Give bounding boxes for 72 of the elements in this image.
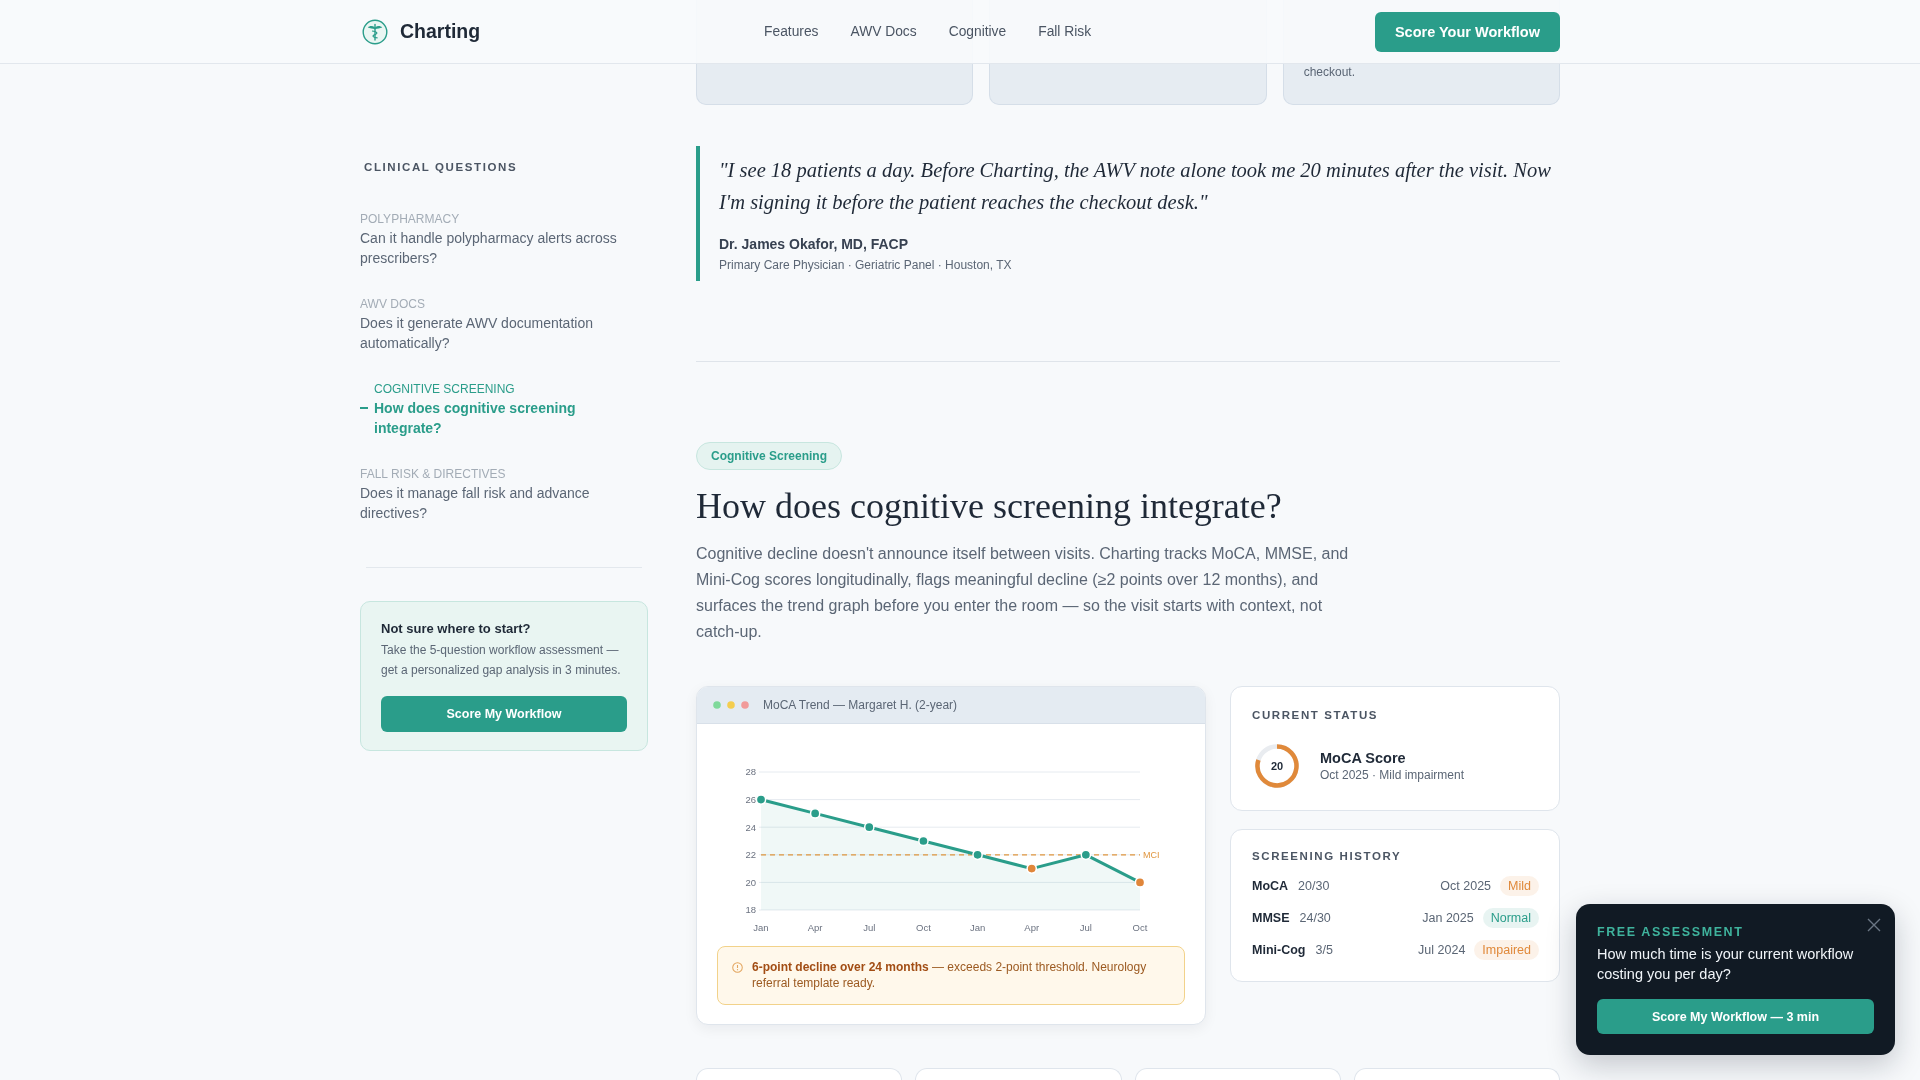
alert-text: 6-point decline over 24 months — exceeds 2-point threshold. Neurology referral template ready. [752, 959, 1148, 991]
axis-tick-label: 24 [745, 821, 756, 833]
panel-title: MoCA Trend — Margaret H. (2-year) [763, 698, 958, 712]
nav-link[interactable]: AWV Docs [850, 24, 917, 39]
sidebar-link[interactable]: COGNITIVE SCREENING How does cognitive screening integrate? [360, 381, 648, 438]
test-score: 20/30 [1298, 879, 1330, 893]
close-icon [1867, 918, 1881, 932]
data-point [972, 849, 983, 861]
card-text: checkout. [1303, 64, 1357, 80]
card-title: Not sure where to start? [381, 620, 532, 638]
info-icon [732, 962, 743, 973]
score-name: MoCA Score [1320, 749, 1407, 767]
axis-tick-label: Jan [753, 922, 769, 933]
popup-question: How much time is your current workflow costing you per day? [1597, 945, 1855, 984]
score-workflow-button[interactable]: Score Your Workflow [1374, 11, 1560, 52]
data-point [809, 808, 821, 819]
axis-tick-label: 28 [745, 766, 756, 778]
author-role: Primary Care Physician · Geriatric Panel · Houston, TX [719, 257, 1013, 273]
author-name: Dr. James Okafor, MD, FACP [719, 235, 910, 254]
card-text: Take the 5-question workflow assessment — get a personalized gap analysis in 3 minutes. [381, 642, 622, 679]
data-point [1134, 877, 1146, 888]
sidebar-heading: CLINICAL QUESTIONS [363, 160, 519, 175]
data-point [918, 835, 929, 847]
data-point [1080, 849, 1092, 861]
card-label: CURRENT STATUS [1252, 708, 1380, 723]
test-score: 3/5 [1315, 943, 1333, 957]
score-value: 20 [1270, 760, 1284, 772]
axis-tick-label: 22 [745, 849, 756, 861]
score-workflow-button[interactable]: Score My Workflow — 3 min [1597, 999, 1874, 1034]
nav-link[interactable]: Features [764, 24, 819, 39]
score-ring [1254, 743, 1300, 789]
axis-tick-label: Jul [1079, 922, 1092, 933]
status-label: Impaired [1474, 940, 1539, 960]
axis-tick-label: 26 [745, 793, 756, 805]
score-detail: Oct 2025 · Mild impairment [1320, 767, 1465, 783]
sidebar-link[interactable]: AWV DOCS Does it generate AWV documentation automatically? [360, 296, 648, 353]
section-description: Cognitive decline doesn't announce itself between visits. Charting tracks MoCA, MMSE, and Mini-Cog scores longitudinally, flags meaningful decline (≥2 points over 12 months), and surfaces the trend graph before you enter the room — so the visit starts with context, not catch-up. [696, 544, 1350, 642]
score-workflow-button[interactable]: Score My Workflow [381, 696, 627, 732]
nav-link[interactable]: Fall Risk [1038, 24, 1092, 39]
axis-tick-label: Apr [1024, 922, 1040, 933]
test-name: MoCA [1252, 879, 1289, 893]
threshold-label: MCI [1143, 850, 1160, 861]
test-date: Jan 2025 [1422, 911, 1474, 925]
status-label: Mild [1500, 876, 1539, 896]
test-name: Mini-Cog [1252, 943, 1306, 957]
status-label: Normal [1482, 908, 1539, 928]
caduceus-icon [362, 18, 388, 45]
quote-text: "I see 18 patients a day. Before Charting, the AWV note alone took me 20 minutes after the visit. Now I'm signing it before the patient reaches the checkout desk." [719, 158, 1552, 216]
sidebar-link[interactable]: FALL RISK & DIRECTIVES Does it manage fall risk and advance directives? [360, 466, 648, 523]
axis-tick-label: Oct [916, 922, 931, 933]
axis-tick-label: Jan [969, 922, 986, 933]
active-marker-icon [360, 407, 368, 409]
card-label: SCREENING HISTORY [1252, 849, 1403, 864]
topic-label: Cognitive Screening [696, 442, 843, 470]
axis-tick-label: Apr [807, 922, 823, 933]
data-point [1026, 863, 1038, 874]
test-name: MMSE [1252, 911, 1290, 925]
nav-link[interactable]: Cognitive [948, 24, 1007, 39]
sidebar-link[interactable]: POLYPHARMACY Can it handle polypharmacy alerts across prescribers? [360, 211, 648, 268]
test-date: Oct 2025 [1440, 879, 1492, 893]
test-score: 24/30 [1299, 911, 1331, 925]
test-date: Jul 2024 [1418, 943, 1466, 957]
popup-label: FREE ASSESSMENT [1597, 924, 1745, 940]
section-heading: How does cognitive screening integrate? [696, 485, 1283, 528]
axis-tick-label: 20 [745, 876, 756, 888]
data-point [863, 821, 875, 833]
axis-tick-label: Jul [863, 922, 876, 933]
axis-tick-label: 18 [745, 904, 756, 916]
window-dots-icon [713, 701, 749, 709]
axis-tick-label: Oct [1132, 922, 1148, 933]
data-point [755, 794, 767, 805]
home-link[interactable]: Charting [362, 18, 481, 45]
